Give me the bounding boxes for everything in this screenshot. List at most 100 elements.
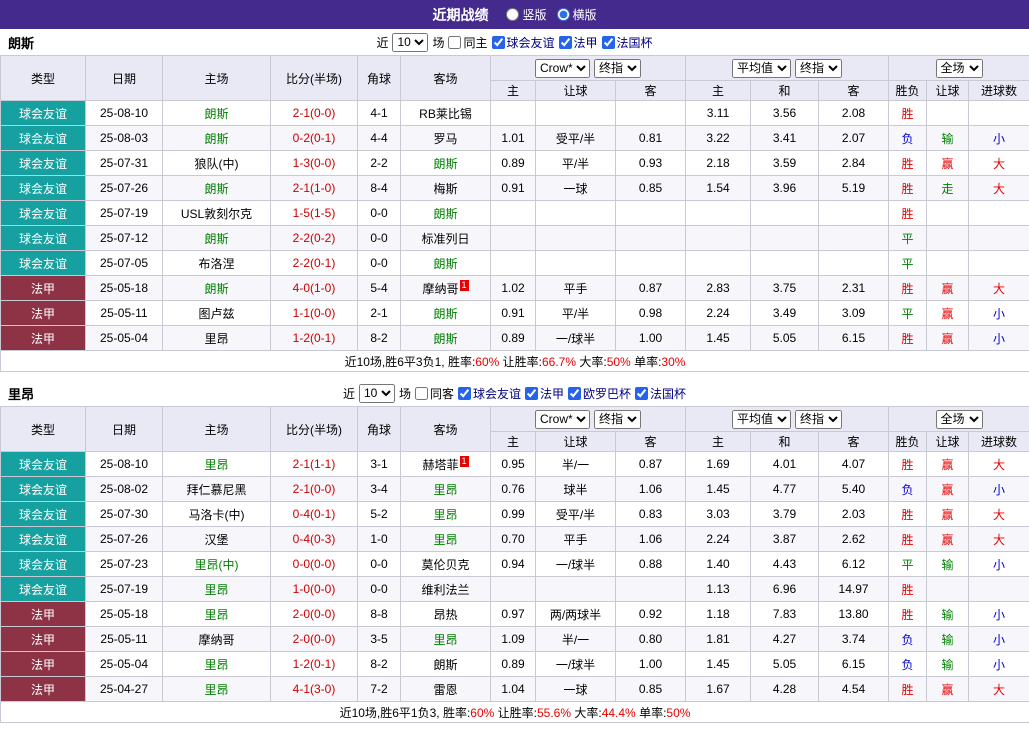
away-team-name[interactable]: 梅斯 — [433, 182, 457, 196]
score-cell[interactable]: 2-1(1-0) — [270, 175, 358, 201]
avg-source-select[interactable]: 平均值 — [732, 409, 792, 429]
odds-kind-select[interactable]: 终指 — [594, 58, 642, 78]
score-cell[interactable]: 1-3(0-0) — [270, 150, 358, 176]
filter-checkbox-input[interactable] — [558, 35, 572, 49]
avg-kind-select[interactable]: 终指 — [795, 58, 843, 78]
home-team-name[interactable]: 朗斯 — [204, 182, 228, 196]
home-team-name[interactable]: 汉堡 — [204, 533, 228, 547]
score-cell[interactable]: 1-2(0-1) — [270, 651, 358, 677]
filter-checkbox-input[interactable] — [448, 35, 462, 49]
filter-checkbox[interactable]: 球会友谊 — [491, 34, 555, 51]
home-team-name[interactable]: 布洛涅 — [198, 257, 234, 271]
score-cell[interactable]: 1-1(0-0) — [270, 300, 358, 326]
score-cell[interactable]: 1-5(1-5) — [270, 200, 358, 226]
odds-source-select[interactable]: Crow* — [535, 409, 591, 429]
layout-option-horizontal[interactable]: 横版 — [556, 6, 597, 23]
away-team-name[interactable]: 里昂 — [433, 533, 457, 547]
filter-checkbox[interactable]: 法国杯 — [601, 34, 653, 51]
away-team-name[interactable]: 朗斯 — [433, 257, 457, 271]
home-team-name[interactable]: 里昂 — [204, 583, 228, 597]
scope-select[interactable]: 全场 — [935, 58, 983, 78]
away-team-name[interactable]: RB莱比锡 — [419, 107, 472, 121]
score-cell[interactable]: 0-4(0-3) — [270, 526, 358, 552]
score-cell[interactable]: 2-1(0-0) — [270, 476, 358, 502]
date-cell: 25-08-02 — [85, 476, 163, 502]
home-team-name[interactable]: 朗斯 — [204, 132, 228, 146]
score-cell[interactable]: 2-1(1-1) — [270, 451, 358, 477]
filter-checkbox[interactable]: 法国杯 — [635, 385, 686, 402]
odds-kind-select[interactable]: 终指 — [594, 409, 642, 429]
away-team-name[interactable]: 维利法兰 — [421, 583, 469, 597]
match-count-select[interactable]: 10 — [392, 32, 429, 52]
home-team-name[interactable]: 马洛卡(中) — [189, 508, 245, 522]
home-team-name[interactable]: 里昂 — [204, 683, 228, 697]
filter-checkbox[interactable]: 球会友谊 — [457, 385, 521, 402]
vertical-radio[interactable] — [506, 8, 520, 21]
score-cell[interactable]: 0-4(0-1) — [270, 501, 358, 527]
score-cell[interactable]: 1-0(0-0) — [270, 576, 358, 602]
away-team-name[interactable]: 雷恩 — [433, 683, 457, 697]
home-team-name[interactable]: 里昂(中) — [195, 558, 239, 572]
layout-option-vertical[interactable]: 竖版 — [506, 6, 547, 23]
home-team-name[interactable]: USL敦刻尔克 — [181, 207, 252, 221]
home-team-name[interactable]: 拜仁慕尼黑 — [186, 483, 246, 497]
away-team-name[interactable]: 赫塔菲 — [422, 458, 458, 472]
home-team-name[interactable]: 朗斯 — [204, 282, 228, 296]
filter-checkbox-input[interactable] — [491, 35, 505, 49]
away-team-name[interactable]: 里昂 — [433, 508, 457, 522]
score-cell[interactable]: 2-0(0-0) — [270, 626, 358, 652]
away-team-name[interactable]: 摩纳哥 — [422, 282, 458, 296]
filter-checkbox-input[interactable] — [457, 386, 471, 400]
score-cell[interactable]: 0-2(0-1) — [270, 125, 358, 151]
filter-checkbox-input[interactable] — [601, 35, 615, 49]
horizontal-radio[interactable] — [556, 8, 570, 21]
filter-checkbox[interactable]: 同主 — [448, 34, 488, 51]
home-team-name[interactable]: 里昂 — [204, 608, 228, 622]
corner-cell: 5-2 — [357, 501, 401, 527]
odds-source-select[interactable]: Crow* — [535, 58, 591, 78]
away-team-name[interactable]: 莫伦贝克 — [421, 558, 469, 572]
home-team-name[interactable]: 里昂 — [204, 658, 228, 672]
filter-checkbox[interactable]: 欧罗巴杯 — [568, 385, 631, 402]
col-subheader: 主 — [685, 80, 752, 101]
score-cell[interactable]: 4-1(3-0) — [270, 676, 358, 702]
filter-checkbox[interactable]: 法甲 — [558, 34, 598, 51]
score-cell[interactable]: 2-2(0-2) — [270, 225, 358, 251]
away-team-name[interactable]: 罗马 — [433, 132, 457, 146]
home-team-name[interactable]: 图卢兹 — [198, 307, 234, 321]
filter-checkbox-input[interactable] — [635, 386, 649, 400]
score-cell[interactable]: 2-0(0-0) — [270, 601, 358, 627]
home-team-name[interactable]: 里昂 — [204, 458, 228, 472]
home-team-name[interactable]: 摩纳哥 — [198, 633, 234, 647]
away-team-name[interactable]: 里昂 — [433, 633, 457, 647]
away-team-name[interactable]: 朗斯 — [433, 307, 457, 321]
score-cell[interactable]: 1-2(0-1) — [270, 325, 358, 351]
avg-kind-select[interactable]: 终指 — [795, 409, 843, 429]
score-cell[interactable]: 2-1(0-0) — [270, 100, 358, 126]
away-team-name[interactable]: 朗斯 — [433, 332, 457, 346]
scope-select[interactable]: 全场 — [935, 409, 983, 429]
away-team-name[interactable]: 里昂 — [433, 483, 457, 497]
score-cell[interactable]: 0-0(0-0) — [270, 551, 358, 577]
home-team-name[interactable]: 狼队(中) — [195, 157, 239, 171]
away-team-name[interactable]: 朗斯 — [433, 658, 457, 672]
score-cell[interactable]: 2-2(0-1) — [270, 250, 358, 276]
filter-checkbox-input[interactable] — [414, 386, 428, 400]
home-team-name[interactable]: 里昂 — [204, 332, 228, 346]
corner-cell: 0-0 — [357, 250, 401, 276]
avg-odds-draw-cell: 3.49 — [750, 300, 820, 326]
filter-checkbox[interactable]: 法甲 — [525, 385, 564, 402]
avg-source-select[interactable]: 平均值 — [732, 58, 792, 78]
date-cell: 25-05-18 — [85, 601, 163, 627]
home-team-name[interactable]: 朗斯 — [204, 107, 228, 121]
away-team-name[interactable]: 朗斯 — [433, 207, 457, 221]
filter-checkbox-input[interactable] — [568, 386, 582, 400]
score-cell[interactable]: 4-0(1-0) — [270, 275, 358, 301]
home-team-name[interactable]: 朗斯 — [204, 232, 228, 246]
filter-checkbox[interactable]: 同客 — [414, 385, 454, 402]
away-team-name[interactable]: 昂热 — [433, 608, 457, 622]
filter-checkbox-input[interactable] — [525, 386, 538, 400]
away-team-name[interactable]: 朗斯 — [433, 157, 457, 171]
match-count-select[interactable]: 10 — [358, 383, 395, 403]
away-team-name[interactable]: 标准列日 — [421, 232, 469, 246]
